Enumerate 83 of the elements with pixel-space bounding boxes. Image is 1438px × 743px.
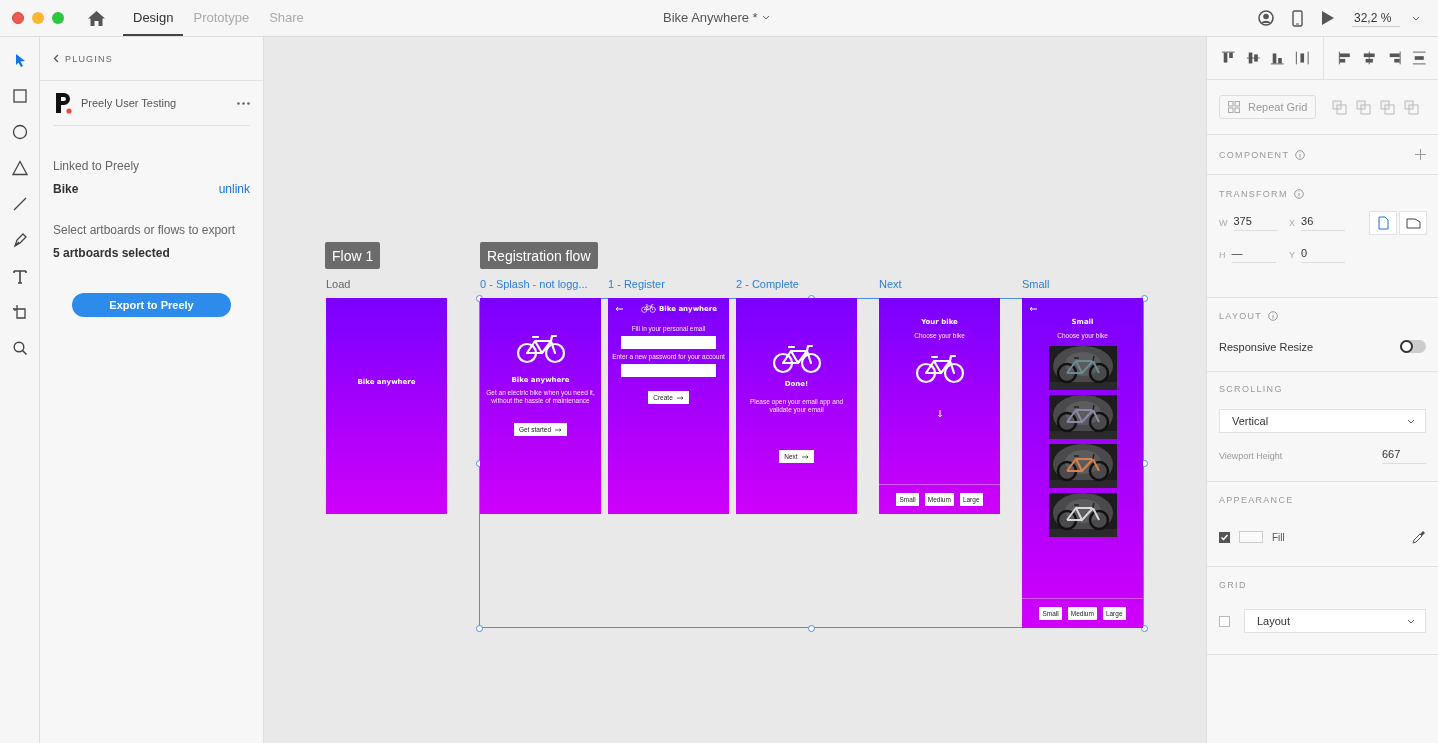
unlink-link[interactable]: unlink [218, 182, 250, 196]
fill-swatch[interactable] [1239, 531, 1263, 543]
grid-type-dropdown[interactable]: Layout [1244, 609, 1426, 633]
align-left-icon[interactable] [1337, 50, 1353, 66]
axis-label: X [1289, 218, 1295, 228]
transform-field[interactable]: — [1231, 247, 1276, 263]
flow-tag[interactable]: Flow 1 [325, 242, 381, 269]
user-icon[interactable] [1258, 10, 1274, 26]
line-tool-icon[interactable] [11, 196, 28, 212]
export-hint: Select artboards or flows to export [53, 223, 237, 237]
arrow-right-icon [676, 395, 684, 400]
zoom-tool-icon[interactable] [11, 340, 28, 356]
viewport-height-field[interactable]: 667 [1382, 448, 1426, 464]
play-icon[interactable] [1321, 11, 1334, 25]
artboard-label[interactable]: Load [326, 278, 351, 290]
fill-label: Fill [1272, 531, 1285, 543]
grid-icon [1228, 101, 1240, 113]
arrow-right-icon [801, 454, 809, 459]
section-heading: COMPONENT [1219, 149, 1290, 160]
align-right-icon[interactable] [1387, 50, 1402, 66]
plugins-back-link[interactable]: PLUGINS [65, 53, 113, 64]
section-heading: APPEARANCE [1219, 495, 1294, 505]
linked-label: Linked to Preely [53, 159, 141, 173]
rectangle-tool-icon[interactable] [11, 88, 28, 104]
bike-icon [515, 334, 566, 364]
distribute-horizontal-icon[interactable] [1294, 50, 1310, 66]
back-arrow-icon [1029, 306, 1037, 312]
back-arrow-icon [615, 306, 623, 312]
landscape-page-icon [1405, 217, 1421, 229]
align-bottom-icon[interactable] [1270, 50, 1285, 66]
fill-checkbox[interactable] [1219, 531, 1230, 543]
align-top-icon[interactable] [1221, 50, 1236, 66]
selection-count: 5 artboards selected [53, 246, 171, 260]
triangle-tool-icon[interactable] [11, 160, 28, 176]
ellipse-tool-icon[interactable] [11, 124, 28, 140]
close-button[interactable] [12, 12, 24, 24]
axis-label: Y [1289, 250, 1295, 260]
section-heading: TRANSFORM [1219, 189, 1288, 199]
arrow-down-icon [936, 410, 943, 419]
transform-field[interactable]: 36 [1301, 215, 1345, 231]
section-heading: SCROLLING [1219, 384, 1283, 394]
flow-tag[interactable]: Registration flow [480, 242, 598, 269]
text-tool-icon[interactable] [11, 268, 28, 284]
viewport-height-label: Viewport Height [1219, 451, 1283, 461]
transform-field[interactable]: 375 [1233, 215, 1278, 231]
distribute-vertical-icon[interactable] [1411, 50, 1427, 66]
plugin-name: Preely User Testing [81, 97, 178, 109]
plugin-logo-icon [53, 92, 75, 114]
artboard-label[interactable]: 1 - Register [608, 278, 665, 290]
section-heading: LAYOUT [1219, 311, 1263, 321]
section-heading: GRID [1219, 580, 1247, 590]
transform-field[interactable]: 0 [1301, 247, 1345, 263]
artboard-label[interactable]: 2 - Complete [736, 278, 799, 290]
eyedropper-icon[interactable] [1412, 530, 1426, 544]
landscape-button[interactable] [1399, 211, 1427, 235]
caret-icon [1407, 418, 1415, 424]
project-name: Bike [53, 182, 79, 196]
caret-icon [1407, 618, 1415, 624]
align-center-icon[interactable] [1362, 50, 1377, 66]
caret-icon[interactable] [1412, 15, 1420, 21]
toggle-switch[interactable] [1400, 340, 1426, 353]
bike-icon [771, 344, 822, 374]
pen-tool-icon[interactable] [11, 232, 28, 248]
bike-icon [914, 354, 965, 385]
home-icon[interactable] [88, 10, 105, 26]
caret-icon[interactable] [761, 15, 770, 20]
bike-icon [641, 304, 656, 313]
axis-label: W [1219, 218, 1228, 228]
arrow-right-icon [555, 427, 563, 432]
artboard-label[interactable]: 0 - Splash - not logg... [480, 278, 588, 290]
zoom-field[interactable]: 32,2 % [1352, 9, 1400, 27]
document-title[interactable]: Bike Anywhere * [663, 10, 758, 25]
back-icon[interactable] [53, 54, 59, 63]
scrolling-dropdown[interactable]: Vertical [1219, 409, 1426, 433]
portrait-page-icon [1377, 216, 1389, 230]
grid-checkbox[interactable] [1219, 615, 1230, 627]
mobile-device-icon[interactable] [1292, 9, 1303, 27]
more-icon[interactable] [237, 101, 250, 105]
align-middle-icon[interactable] [1245, 50, 1261, 66]
responsive-resize-label: Responsive Resize [1219, 340, 1314, 353]
axis-label: H [1219, 250, 1226, 260]
plus-icon[interactable] [1415, 149, 1426, 160]
artboard-tool-icon[interactable] [11, 304, 28, 320]
